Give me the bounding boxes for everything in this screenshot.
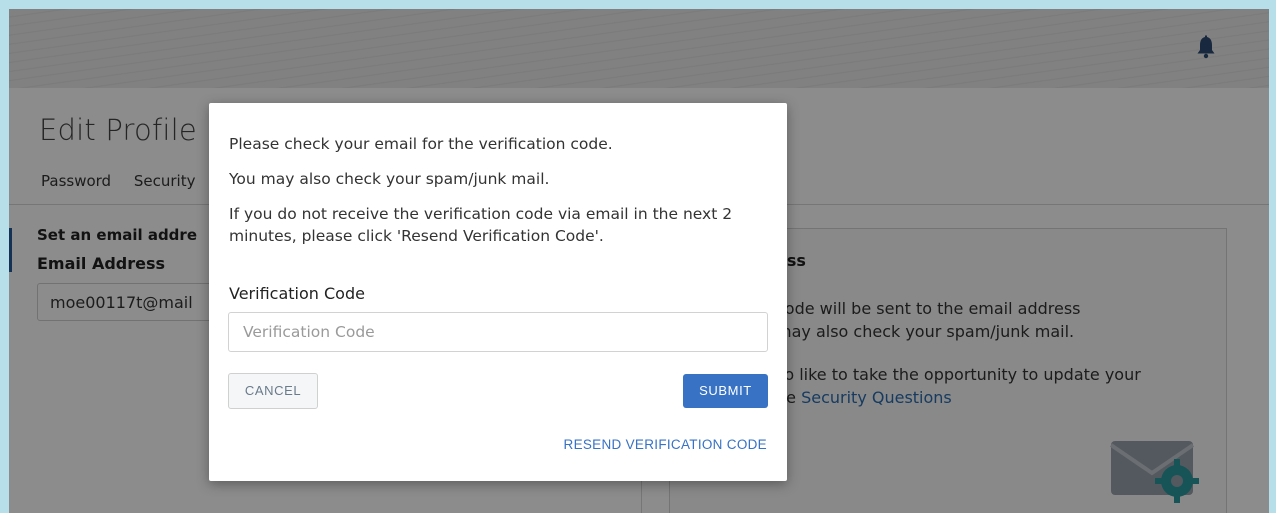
verification-modal: Please check your email for the verifica… [209,103,787,481]
verification-code-input[interactable] [228,312,768,352]
resend-verification-code-link[interactable]: RESEND VERIFICATION CODE [564,437,767,452]
submit-button[interactable]: SUBMIT [683,374,768,408]
modal-message-resend-hint: If you do not receive the verification c… [229,205,733,245]
cancel-button[interactable]: CANCEL [228,373,318,409]
modal-message-check-email: Please check your email for the verifica… [229,135,613,153]
modal-message-spam: You may also check your spam/junk mail. [229,170,550,188]
verification-code-label: Verification Code [229,284,365,303]
